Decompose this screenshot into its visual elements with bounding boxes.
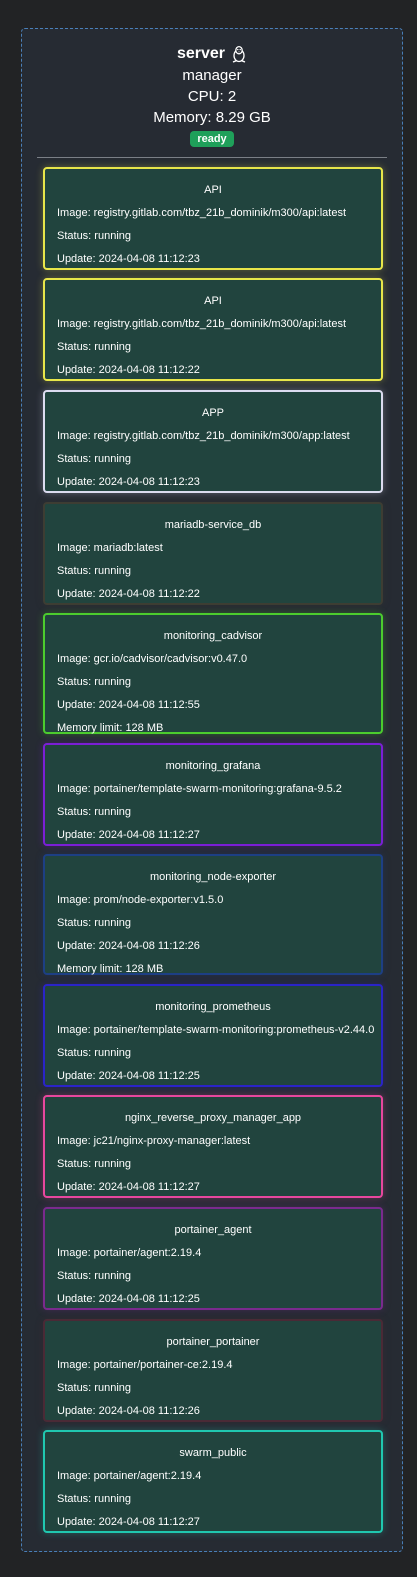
task-card[interactable]: API Image: registry.gitlab.com/tbz_21b_do… [43, 167, 383, 270]
node-role: manager [182, 67, 242, 84]
task-name: monitoring_node-exporter [150, 871, 276, 883]
node-memory: Memory: 8.29 GB [153, 109, 271, 126]
task-image: Image: gcr.io/cadvisor/cadvisor:v0.47.0 [57, 653, 248, 665]
task-image: Image: registry.gitlab.com/tbz_21b_domin… [57, 207, 346, 219]
status-badge: ready [190, 131, 234, 147]
node-cpu: CPU: 2 [187, 88, 237, 105]
task-status: Status: running [57, 1382, 131, 1394]
task-name: API [204, 184, 222, 196]
task-name: portainer_portainer [166, 1336, 260, 1348]
task-update: Update: 2024-04-08 11:12:22 [57, 364, 200, 376]
task-update: Update: 2024-04-08 11:12:26 [57, 1405, 200, 1417]
task-image: Image: jc21/nginx-proxy-manager:latest [57, 1135, 251, 1147]
task-image: Image: portainer/portainer-ce:2.19.4 [57, 1359, 233, 1371]
task-name: swarm_public [179, 1447, 247, 1459]
task-status: Status: running [57, 453, 131, 465]
task-name: mariadb-service_db [164, 519, 262, 531]
task-status: Status: running [57, 230, 131, 242]
task-card[interactable]: monitoring_prometheus Image: portainer/te… [43, 984, 383, 1087]
task-card[interactable]: mariadb-service_db Image: mariadb:latest S… [43, 502, 383, 605]
task-card[interactable]: portainer_portainer Image: portainer/port… [43, 1319, 383, 1422]
task-update: Update: 2024-04-08 11:12:27 [57, 829, 200, 841]
task-status: Status: running [57, 341, 131, 353]
task-card[interactable]: monitoring_cadvisor Image: gcr.io/cadviso… [43, 613, 383, 734]
task-card[interactable]: nginx_reverse_proxy_manager_app Image: jc… [43, 1095, 383, 1198]
task-name: portainer_agent [174, 1224, 252, 1236]
task-memory-limit: Memory limit: 128 MB [57, 963, 164, 975]
task-name: monitoring_grafana [165, 760, 261, 772]
task-status: Status: running [57, 1270, 131, 1282]
task-image: Image: mariadb:latest [57, 542, 163, 554]
node-title: server [22, 43, 402, 65]
task-update: Update: 2024-04-08 11:12:27 [57, 1181, 200, 1193]
task-status: Status: running [57, 676, 131, 688]
task-card[interactable]: monitoring_grafana Image: portainer/templ… [43, 743, 383, 846]
task-name: nginx_reverse_proxy_manager_app [124, 1112, 302, 1124]
task-name: APP [201, 407, 224, 419]
task-card[interactable]: API Image: registry.gitlab.com/tbz_21b_do… [43, 278, 383, 381]
task-card[interactable]: swarm_public Image: portainer/agent:2.19.… [43, 1430, 383, 1533]
task-image: Image: portainer/agent:2.19.4 [57, 1470, 202, 1482]
task-image: Image: portainer/template-swarm-monitori… [57, 1024, 375, 1036]
divider [37, 157, 387, 158]
node-card: server manager CPU: 2 Memory: 8.29 GB re… [21, 28, 403, 1552]
task-name: monitoring_cadvisor [163, 630, 263, 642]
task-name: monitoring_prometheus [155, 1001, 271, 1013]
node-hostname: server [176, 45, 226, 62]
task-image: Image: portainer/template-swarm-monitori… [57, 783, 342, 795]
task-status: Status: running [57, 806, 131, 818]
task-update: Update: 2024-04-08 11:12:23 [57, 476, 200, 488]
task-card[interactable]: monitoring_node-exporter Image: prom/node… [43, 854, 383, 975]
task-update: Update: 2024-04-08 11:12:55 [57, 699, 200, 711]
task-update: Update: 2024-04-08 11:12:27 [57, 1516, 200, 1528]
task-status: Status: running [57, 917, 131, 929]
task-card[interactable]: portainer_agent Image: portainer/agent:2.… [43, 1207, 383, 1310]
task-card[interactable]: APP Image: registry.gitlab.com/tbz_21b_do… [43, 390, 383, 493]
task-image: Image: registry.gitlab.com/tbz_21b_domin… [57, 430, 350, 442]
task-update: Update: 2024-04-08 11:12:25 [57, 1070, 200, 1082]
task-status: Status: running [57, 565, 131, 577]
task-name: API [204, 295, 222, 307]
task-update: Update: 2024-04-08 11:12:22 [57, 588, 200, 600]
linux-tux-icon [232, 45, 246, 63]
task-image: Image: portainer/agent:2.19.4 [57, 1247, 202, 1259]
task-memory-limit: Memory limit: 128 MB [57, 722, 164, 734]
task-status: Status: running [57, 1493, 131, 1505]
task-update: Update: 2024-04-08 11:12:23 [57, 253, 200, 265]
task-image: Image: registry.gitlab.com/tbz_21b_domin… [57, 318, 346, 330]
task-update: Update: 2024-04-08 11:12:26 [57, 940, 200, 952]
task-status: Status: running [57, 1158, 131, 1170]
task-image: Image: prom/node-exporter:v1.5.0 [57, 894, 224, 906]
node-header: server manager CPU: 2 Memory: 8.29 GB re… [22, 29, 402, 147]
task-status: Status: running [57, 1047, 131, 1059]
task-update: Update: 2024-04-08 11:12:25 [57, 1293, 200, 1305]
